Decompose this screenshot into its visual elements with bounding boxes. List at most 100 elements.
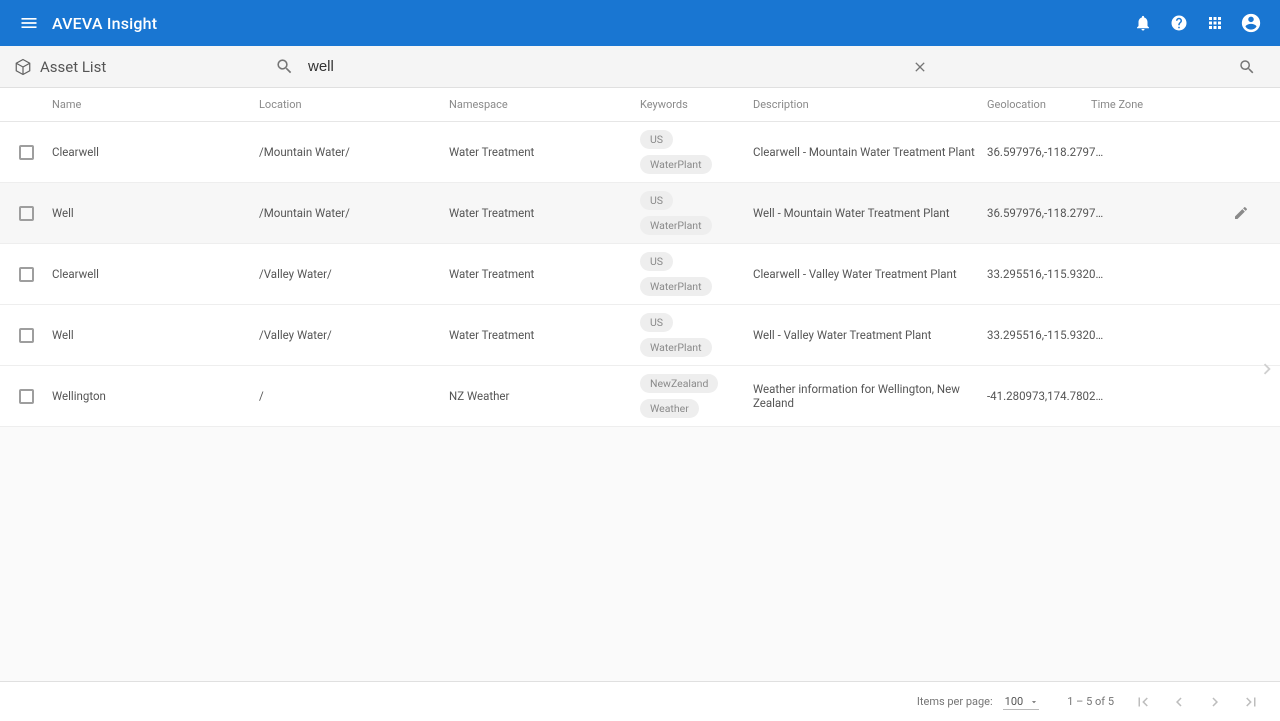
cell-location: / — [259, 389, 449, 403]
chevron-right-icon — [1256, 358, 1278, 380]
search-zone — [275, 46, 950, 87]
cell-namespace: Water Treatment — [449, 328, 640, 342]
caret-down-icon — [1029, 697, 1039, 707]
table-row[interactable]: Clearwell /Valley Water/ Water Treatment… — [0, 244, 1280, 305]
cell-namespace: Water Treatment — [449, 145, 640, 159]
cell-location: /Valley Water/ — [259, 267, 449, 281]
cell-keywords: US WaterPlant — [640, 244, 753, 304]
cell-name: Clearwell — [52, 145, 259, 159]
col-header-namespace[interactable]: Namespace — [449, 98, 640, 111]
asset-table: Name Location Namespace Keywords Descrip… — [0, 88, 1280, 427]
cell-name: Well — [52, 328, 259, 342]
col-header-description[interactable]: Description — [753, 98, 987, 111]
table-row[interactable]: Well /Mountain Water/ Water Treatment US… — [0, 183, 1280, 244]
keyword-chip[interactable]: NewZealand — [640, 374, 718, 393]
search-input[interactable] — [308, 58, 858, 75]
cell-description: Clearwell - Valley Water Treatment Plant — [753, 267, 987, 281]
cell-description: Well - Mountain Water Treatment Plant — [753, 206, 987, 220]
col-header-location[interactable]: Location — [259, 98, 449, 111]
col-header-name[interactable]: Name — [52, 98, 259, 111]
cell-geolocation: 36.597976,-118.2797… — [987, 206, 1091, 220]
table-row[interactable]: Well /Valley Water/ Water Treatment US W… — [0, 305, 1280, 366]
search-icon — [275, 57, 294, 76]
page-title-wrap: Asset List — [14, 58, 106, 76]
col-header-geolocation[interactable]: Geolocation — [987, 98, 1091, 111]
table-body: Clearwell /Mountain Water/ Water Treatme… — [0, 122, 1280, 427]
table-row[interactable]: Wellington / NZ Weather NewZealand Weath… — [0, 366, 1280, 427]
row-checkbox[interactable] — [19, 206, 34, 221]
apps-icon — [1206, 14, 1224, 32]
row-checkbox[interactable] — [19, 389, 34, 404]
prev-page-button[interactable] — [1166, 689, 1192, 715]
cell-name: Well — [52, 206, 259, 220]
keyword-chip[interactable]: Weather — [640, 399, 699, 418]
cell-name: Wellington — [52, 389, 259, 403]
cell-keywords: US WaterPlant — [640, 122, 753, 182]
cell-namespace: Water Treatment — [449, 206, 640, 220]
cell-location: /Mountain Water/ — [259, 145, 449, 159]
search-icon — [1238, 58, 1256, 76]
keyword-chip[interactable]: US — [640, 130, 673, 149]
row-checkbox[interactable] — [19, 145, 34, 160]
col-header-keywords[interactable]: Keywords — [640, 98, 753, 111]
page-title: Asset List — [40, 58, 106, 76]
page-range: 1 – 5 of 5 — [1067, 695, 1114, 708]
keyword-chip[interactable]: US — [640, 191, 673, 210]
secondary-search-button[interactable] — [1232, 52, 1262, 82]
account-button[interactable] — [1234, 6, 1268, 40]
col-header-timezone[interactable]: Time Zone — [1091, 98, 1211, 111]
clear-search-button[interactable] — [905, 52, 935, 82]
cell-namespace: NZ Weather — [449, 389, 640, 403]
paginator: Items per page: 100 1 – 5 of 5 — [0, 681, 1280, 721]
account-icon — [1240, 12, 1262, 34]
table-header-row: Name Location Namespace Keywords Descrip… — [0, 88, 1280, 122]
cell-geolocation: 36.597976,-118.2797… — [987, 145, 1091, 159]
cell-geolocation: 33.295516,-115.9320… — [987, 267, 1091, 281]
keyword-chip[interactable]: WaterPlant — [640, 338, 712, 357]
last-page-icon — [1242, 693, 1260, 711]
pencil-icon — [1233, 205, 1249, 221]
bell-icon — [1134, 14, 1152, 32]
row-edit-button[interactable] — [1227, 199, 1255, 227]
page-size-select[interactable]: 100 — [1003, 694, 1040, 710]
items-per-page-label: Items per page: — [917, 695, 993, 708]
app-header: AVEVA Insight — [0, 0, 1280, 46]
first-page-button[interactable] — [1130, 689, 1156, 715]
next-page-button[interactable] — [1202, 689, 1228, 715]
chevron-left-icon — [1170, 693, 1188, 711]
keyword-chip[interactable]: WaterPlant — [640, 155, 712, 174]
keyword-chip[interactable]: US — [640, 313, 673, 332]
cell-description: Well - Valley Water Treatment Plant — [753, 328, 987, 342]
help-icon — [1170, 14, 1188, 32]
cell-keywords: US WaterPlant — [640, 183, 753, 243]
keyword-chip[interactable]: WaterPlant — [640, 216, 712, 235]
menu-button[interactable] — [12, 6, 46, 40]
notifications-button[interactable] — [1126, 6, 1160, 40]
app-title: AVEVA Insight — [52, 14, 157, 33]
cell-location: /Mountain Water/ — [259, 206, 449, 220]
row-checkbox[interactable] — [19, 328, 34, 343]
last-page-button[interactable] — [1238, 689, 1264, 715]
cell-geolocation: -41.280973,174.7802… — [987, 389, 1091, 403]
cell-description: Clearwell - Mountain Water Treatment Pla… — [753, 145, 987, 159]
keyword-chip[interactable]: WaterPlant — [640, 277, 712, 296]
chevron-right-icon — [1206, 693, 1224, 711]
sub-header: Asset List — [0, 46, 1280, 88]
first-page-icon — [1134, 693, 1152, 711]
table-row[interactable]: Clearwell /Mountain Water/ Water Treatme… — [0, 122, 1280, 183]
cell-name: Clearwell — [52, 267, 259, 281]
cell-keywords: NewZealand Weather — [640, 366, 753, 426]
help-button[interactable] — [1162, 6, 1196, 40]
cell-namespace: Water Treatment — [449, 267, 640, 281]
hamburger-icon — [19, 13, 39, 33]
cell-keywords: US WaterPlant — [640, 305, 753, 365]
apps-button[interactable] — [1198, 6, 1232, 40]
close-icon — [912, 59, 928, 75]
cell-description: Weather information for Wellington, New … — [753, 382, 987, 410]
drawer-open-chevron[interactable] — [1256, 358, 1278, 380]
cube-icon — [14, 58, 32, 76]
row-checkbox[interactable] — [19, 267, 34, 282]
cell-geolocation: 33.295516,-115.9320… — [987, 328, 1091, 342]
cell-location: /Valley Water/ — [259, 328, 449, 342]
keyword-chip[interactable]: US — [640, 252, 673, 271]
